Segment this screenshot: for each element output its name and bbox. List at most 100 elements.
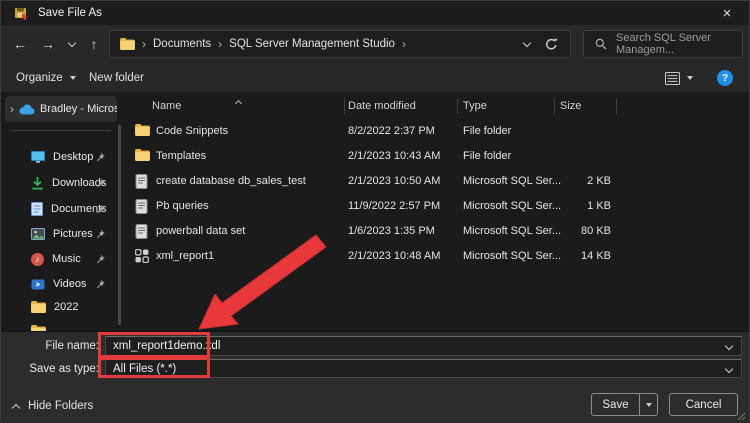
file-size: 1 KB [587, 200, 611, 212]
column-separator[interactable] [457, 98, 458, 114]
table-row[interactable]: powerball data set 1/6/2023 1:35 PM Micr… [123, 219, 743, 244]
table-row[interactable]: Code Snippets 8/2/2022 2:37 PM File fold… [123, 119, 743, 144]
close-icon[interactable]: ✕ [705, 1, 749, 25]
table-row[interactable]: xml_report1 2/1/2023 10:48 AM Microsoft … [123, 244, 743, 269]
file-date: 2/1/2023 10:48 AM [348, 250, 441, 262]
sidebar-item-music[interactable]: ♪ Music [1, 247, 117, 271]
help-button[interactable]: ? [717, 63, 733, 93]
expand-chevron-icon[interactable]: › [10, 102, 14, 116]
file-date: 11/9/2022 2:57 PM [348, 200, 441, 212]
sidebar-item-onedrive[interactable]: › Bradley - Micros [5, 96, 117, 122]
cancel-button[interactable]: Cancel [669, 393, 738, 416]
file-type: File folder [463, 150, 512, 162]
downloads-icon [31, 176, 44, 190]
chevron-up-icon [11, 403, 21, 412]
table-row[interactable]: Templates 2/1/2023 10:43 AM File folder [123, 144, 743, 169]
breadcrumb: › Documents › SQL Server Management Stud… [109, 30, 571, 58]
sidebar-item-documents[interactable]: Documents [1, 197, 117, 221]
breadcrumb-item-ssms[interactable]: SQL Server Management Studio [229, 38, 395, 50]
details-view-icon [665, 71, 680, 85]
file-name: Templates [156, 150, 207, 162]
sidebar-item-desktop[interactable]: Desktop [1, 145, 117, 169]
column-separator[interactable] [344, 98, 345, 114]
column-headers: Name Date modified Type Size [123, 95, 749, 117]
column-separator[interactable] [554, 98, 555, 114]
breadcrumb-item-documents[interactable]: Documents [153, 38, 211, 50]
help-icon: ? [717, 70, 733, 86]
file-size: 14 KB [581, 250, 611, 262]
save-as-type-label: Save as type: [29, 363, 99, 375]
address-dropdown-chevron-icon[interactable] [522, 31, 532, 57]
save-dropdown-button[interactable] [640, 402, 657, 407]
sidebar-divider [11, 130, 111, 131]
chevron-down-icon[interactable] [724, 364, 734, 373]
sidebar-item-downloads[interactable]: Downloads [1, 171, 117, 195]
recent-locations-chevron-icon[interactable] [61, 25, 83, 63]
up-icon[interactable]: ↑ [83, 25, 105, 63]
table-row[interactable]: create database db_sales_test 2/1/2023 1… [123, 169, 743, 194]
pin-icon [95, 254, 105, 264]
folder-icon [120, 38, 135, 50]
column-header-type[interactable]: Type [463, 95, 487, 117]
column-header-name[interactable]: Name [152, 95, 181, 117]
chevron-down-icon [645, 402, 652, 407]
chevron-down-icon [69, 76, 76, 80]
forward-icon[interactable]: → [37, 25, 59, 63]
file-name: xml_report1 [156, 250, 215, 262]
save-label: Save [602, 398, 629, 411]
footer-panel: File name: xml_report1demo.xdl Save as t… [1, 331, 749, 423]
search-icon [595, 38, 607, 50]
save-as-type-value: All Files (*.*) [113, 362, 177, 375]
change-view-button[interactable] [665, 63, 693, 93]
file-name: create database db_sales_test [156, 175, 306, 187]
command-toolbar: Organize New folder ? [1, 63, 749, 93]
back-icon[interactable]: ← [9, 25, 31, 63]
file-name: Pb queries [156, 200, 209, 212]
main-area: › Bradley - Micros Desktop Downloads Doc… [1, 93, 749, 331]
chevron-down-icon [687, 76, 693, 80]
sidebar-item-videos[interactable]: Videos [1, 272, 117, 296]
column-header-date[interactable]: Date modified [348, 95, 416, 117]
navigation-pane: › Bradley - Micros Desktop Downloads Doc… [1, 93, 123, 331]
file-date: 1/6/2023 1:35 PM [348, 225, 435, 237]
refresh-icon[interactable] [545, 31, 558, 57]
breadcrumb-separator: › [142, 37, 146, 51]
new-folder-label: New folder [89, 72, 144, 84]
pin-icon [95, 152, 105, 162]
hide-folders-label: Hide Folders [28, 400, 94, 412]
chevron-down-icon[interactable] [724, 341, 734, 351]
save-as-type-select[interactable]: All Files (*.*) [105, 359, 742, 378]
hide-folders-button[interactable]: Hide Folders [11, 396, 94, 416]
sidebar-item-2022[interactable]: 2022 [1, 295, 117, 319]
file-size: 2 KB [587, 175, 611, 187]
sidebar-item-label: Videos [53, 278, 87, 290]
file-date: 2/1/2023 10:50 AM [348, 175, 441, 187]
search-placeholder: Search SQL Server Managem... [616, 32, 711, 56]
table-row[interactable]: Pb queries 11/9/2022 2:57 PM Microsoft S… [123, 194, 743, 219]
file-list: Name Date modified Type Size Code Snippe… [123, 93, 749, 331]
pin-icon [95, 279, 105, 289]
sql-file-icon [135, 224, 148, 240]
pin-icon [95, 178, 105, 188]
folder-icon [135, 149, 150, 165]
new-folder-button[interactable]: New folder [89, 63, 144, 93]
column-header-size[interactable]: Size [560, 95, 581, 117]
organize-button[interactable]: Organize [16, 63, 76, 93]
search-input[interactable]: Search SQL Server Managem... [583, 30, 743, 58]
column-separator[interactable] [616, 98, 617, 114]
file-name: Code Snippets [156, 125, 229, 137]
sidebar-item-partial[interactable] [1, 319, 117, 331]
sidebar-scrollbar[interactable] [118, 125, 121, 325]
file-type: File folder [463, 125, 512, 137]
file-name-input[interactable]: xml_report1demo.xdl [105, 336, 742, 356]
file-size [523, 119, 611, 144]
file-date: 2/1/2023 10:43 AM [348, 150, 441, 162]
sidebar-item-label: Bradley - Micros [40, 103, 117, 115]
breadcrumb-separator: › [218, 37, 223, 51]
pin-icon [95, 229, 105, 239]
sidebar-item-pictures[interactable]: Pictures [1, 222, 117, 246]
save-button[interactable]: Save [591, 393, 658, 416]
organize-label: Organize [16, 72, 63, 84]
pin-icon [95, 204, 105, 214]
resize-grip[interactable] [737, 412, 746, 421]
